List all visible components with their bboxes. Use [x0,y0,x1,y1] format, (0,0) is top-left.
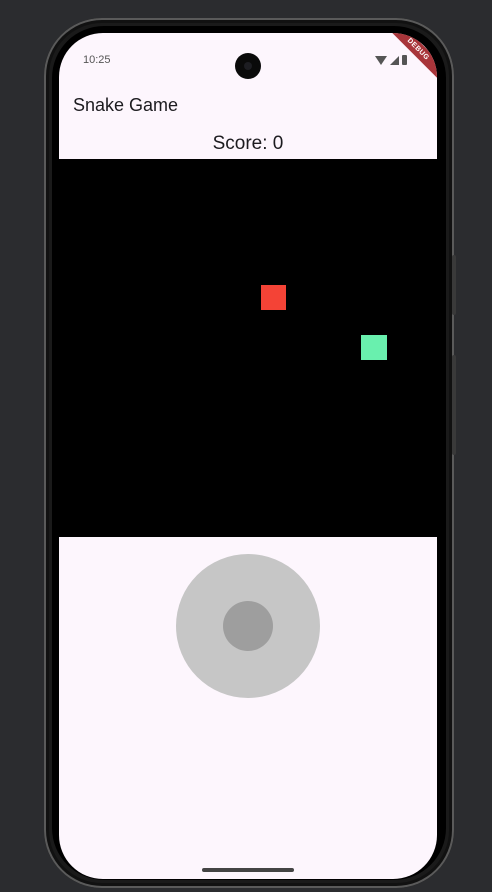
phone-screen: 10:25 DEBUG Snake Game Score: 0 [59,33,437,879]
app-bar-title: Snake Game [73,95,179,115]
game-board[interactable] [59,159,437,537]
score-label: Score: 0 [212,133,284,154]
joystick[interactable] [176,554,320,698]
front-camera [235,53,261,79]
status-time: 10:25 [83,54,111,66]
snake-segment [361,335,387,360]
food-item [261,285,286,310]
volume-button [452,255,456,315]
status-icons [375,55,407,65]
home-indicator[interactable] [202,868,294,872]
signal-icon [390,56,399,65]
power-button [452,355,456,455]
joystick-knob[interactable] [223,601,273,651]
battery-icon [402,55,407,65]
wifi-icon [375,56,387,65]
